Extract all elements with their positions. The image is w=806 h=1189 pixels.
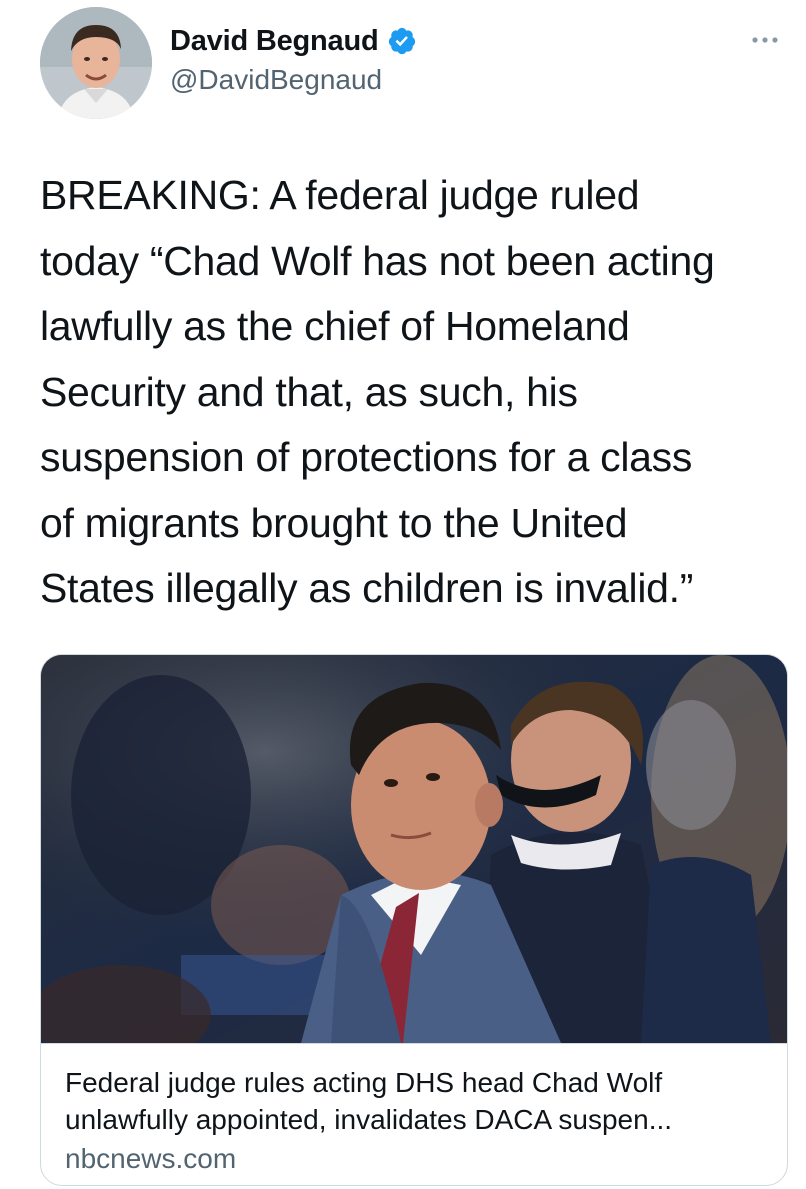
avatar[interactable] xyxy=(40,7,152,119)
card-domain: nbcnews.com xyxy=(65,1143,237,1174)
ellipsis-icon[interactable] xyxy=(748,30,782,50)
verified-badge-icon xyxy=(387,26,417,56)
card-body: Federal judge rules acting DHS head Chad… xyxy=(41,1043,787,1177)
author-handle[interactable]: @DavidBegnaud xyxy=(170,64,382,96)
author-display-name[interactable]: David Begnaud xyxy=(170,25,379,58)
tweet[interactable]: David Begnaud @DavidBegnaud BREAKING: A … xyxy=(0,0,806,1189)
author-name-row: David Begnaud xyxy=(170,22,417,60)
link-card[interactable]: Federal judge rules acting DHS head Chad… xyxy=(40,654,788,1186)
tweet-text: BREAKING: A federal judge ruled today “C… xyxy=(40,172,715,611)
card-title[interactable]: Federal judge rules acting DHS head Chad… xyxy=(65,1064,763,1138)
card-image xyxy=(41,655,787,1043)
profile-photo-icon xyxy=(40,7,152,119)
